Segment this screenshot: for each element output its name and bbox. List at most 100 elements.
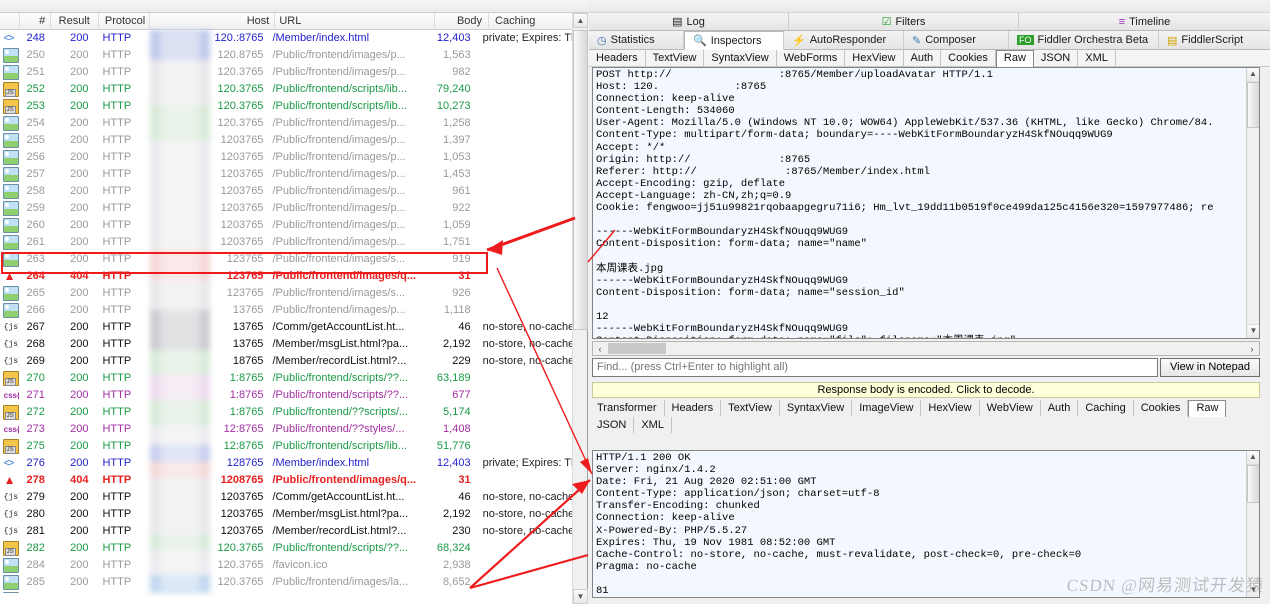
response-tab-caching[interactable]: Caching	[1078, 400, 1133, 416]
table-row[interactable]: 261200HTTP1203765/Public/frontend/images…	[0, 234, 573, 251]
request-tab-cookies[interactable]: Cookies	[941, 50, 996, 66]
request-tab-textview[interactable]: TextView	[646, 50, 705, 66]
table-row[interactable]: css{273200HTTP12:8765/Public/frontend/??…	[0, 421, 573, 438]
table-row[interactable]: 254200HTTP120.3765/Public/frontend/image…	[0, 115, 573, 132]
request-tab-webforms[interactable]: WebForms	[777, 50, 846, 66]
response-scroll-thumb[interactable]	[1247, 465, 1260, 503]
request-tab-raw[interactable]: Raw	[996, 50, 1034, 67]
response-tab-auth[interactable]: Auth	[1041, 400, 1079, 416]
tab-autoresponder[interactable]: ⚡ AutoResponder	[784, 31, 904, 50]
tab-fiddlerscript[interactable]: ▤ FiddlerScript	[1159, 31, 1270, 50]
row-body: 51,776	[423, 438, 476, 455]
view-in-notepad-button[interactable]: View in Notepad	[1160, 358, 1260, 377]
table-row[interactable]: 256200HTTP1203765/Public/frontend/images…	[0, 149, 573, 166]
column-header-protocol[interactable]: Protocol	[99, 13, 150, 30]
table-row[interactable]: 282200HTTP120.3765/Public/frontend/scrip…	[0, 540, 573, 557]
tab-autoresponder-label: AutoResponder	[810, 34, 886, 46]
request-scroll-down-icon[interactable]: ▼	[1247, 324, 1260, 338]
table-row[interactable]: 259200HTTP1203765/Public/frontend/images…	[0, 200, 573, 217]
request-tab-hexview[interactable]: HexView	[845, 50, 903, 66]
response-tabs-row-2[interactable]: JSONXML	[590, 417, 1270, 434]
table-row[interactable]: 250200HTTP120.8765/Public/frontend/image…	[0, 47, 573, 64]
column-header-host[interactable]: Host	[150, 13, 276, 30]
row-host: 123765	[146, 285, 268, 302]
find-input[interactable]	[592, 358, 1158, 377]
response-tabs-row-1[interactable]: TransformerHeadersTextViewSyntaxViewImag…	[590, 400, 1270, 417]
column-header-url[interactable]: URL	[275, 13, 434, 30]
session-rows[interactable]: <>248200HTTP120.:8765/Member/index.html1…	[0, 30, 573, 593]
request-vertical-scrollbar[interactable]: ▲ ▼	[1246, 68, 1259, 338]
response-tab-xml[interactable]: XML	[634, 417, 672, 433]
response-tab-transformer[interactable]: Transformer	[590, 400, 665, 416]
table-row[interactable]: {js}279200HTTP1203765/Comm/getAccountLis…	[0, 489, 573, 506]
row-body: 677	[423, 387, 476, 404]
table-row[interactable]: 255200HTTP1203765/Public/frontend/images…	[0, 132, 573, 149]
request-hscroll-thumb[interactable]	[608, 343, 666, 354]
response-tab-webview[interactable]: WebView	[980, 400, 1041, 416]
tab-filters[interactable]: ☑ Filters	[789, 13, 1019, 31]
table-row[interactable]: 284200HTTP120.3765/favicon.ico2,938	[0, 557, 573, 574]
response-scroll-up-icon[interactable]: ▲	[1247, 451, 1259, 465]
table-row[interactable]: <>276200HTTP128765/Member/index.html12,4…	[0, 455, 573, 472]
response-tab-syntaxview[interactable]: SyntaxView	[780, 400, 852, 416]
table-row[interactable]: 266200HTTP13765/Public/frontend/images/p…	[0, 302, 573, 319]
tab-timeline[interactable]: ≡ Timeline	[1019, 13, 1270, 31]
response-vertical-scrollbar[interactable]: ▲ ▼	[1246, 451, 1259, 597]
response-tab-json[interactable]: JSON	[590, 417, 634, 433]
column-header-result[interactable]: Result	[51, 13, 99, 30]
column-header-number[interactable]: #	[20, 13, 51, 30]
scroll-up-icon[interactable]: ▲	[573, 13, 588, 28]
table-row[interactable]: {js}269200HTTP18765/Member/recordList.ht…	[0, 353, 573, 370]
response-tab-hexview[interactable]: HexView	[921, 400, 979, 416]
tab-statistics[interactable]: ◷ Statistics	[589, 31, 684, 50]
response-scroll-down-icon[interactable]: ▼	[1247, 583, 1260, 597]
table-row[interactable]: 251200HTTP120.3765/Public/frontend/image…	[0, 64, 573, 81]
table-row[interactable]: 252200HTTP120.3765/Public/frontend/scrip…	[0, 81, 573, 98]
response-tab-textview[interactable]: TextView	[721, 400, 780, 416]
response-tab-imageview[interactable]: ImageView	[852, 400, 921, 416]
request-horizontal-scrollbar[interactable]: ‹ ›	[592, 341, 1260, 356]
scroll-down-icon[interactable]: ▼	[573, 589, 588, 604]
table-row[interactable]: 275200HTTP12:8765/Public/frontend/script…	[0, 438, 573, 455]
table-row[interactable]: 287200HTTP1203765/Public/frontend/images…	[0, 591, 573, 593]
table-row[interactable]: {js}267200HTTP13765/Comm/getAccountList.…	[0, 319, 573, 336]
response-tab-headers[interactable]: Headers	[665, 400, 722, 416]
request-tab-auth[interactable]: Auth	[904, 50, 942, 66]
table-row[interactable]: 272200HTTP1:8765/Public/frontend/??scrip…	[0, 404, 573, 421]
table-row[interactable]: {js}268200HTTP13765/Member/msgList.html?…	[0, 336, 573, 353]
request-inspector-tabs[interactable]: HeadersTextViewSyntaxViewWebFormsHexView…	[589, 50, 1270, 67]
tab-inspectors[interactable]: 🔍 Inspectors	[684, 31, 784, 50]
table-row[interactable]: 260200HTTP1203765/Public/frontend/images…	[0, 217, 573, 234]
request-tab-headers[interactable]: Headers	[589, 50, 646, 66]
request-scroll-thumb[interactable]	[1247, 82, 1260, 128]
table-row[interactable]: 257200HTTP1203765/Public/frontend/images…	[0, 166, 573, 183]
table-row[interactable]: 265200HTTP123765/Public/frontend/images/…	[0, 285, 573, 302]
scrollbar-thumb[interactable]	[573, 30, 588, 330]
request-tab-json[interactable]: JSON	[1034, 50, 1078, 66]
tab-composer[interactable]: ✎ Composer	[904, 31, 1009, 50]
table-row[interactable]: 285200HTTP120.3765/Public/frontend/image…	[0, 574, 573, 591]
column-header-body[interactable]: Body	[435, 13, 490, 30]
request-scroll-up-icon[interactable]: ▲	[1247, 68, 1259, 82]
table-row[interactable]: ▲278404HTTP1208765/Public/frontend/image…	[0, 472, 573, 489]
tab-log[interactable]: ▤ Log	[589, 13, 789, 31]
response-tab-cookies[interactable]: Cookies	[1134, 400, 1189, 416]
request-tab-xml[interactable]: XML	[1078, 50, 1116, 66]
response-raw-view[interactable]: HTTP/1.1 200 OK Server: nginx/1.4.2 Date…	[592, 450, 1260, 598]
table-row[interactable]: {js}280200HTTP1203765/Member/msgList.htm…	[0, 506, 573, 523]
request-hscroll-left-icon[interactable]: ‹	[593, 344, 607, 354]
request-hscroll-right-icon[interactable]: ›	[1245, 344, 1259, 354]
session-list-scrollbar[interactable]: ▲ ▼	[572, 13, 587, 604]
table-row[interactable]: 258200HTTP1203765/Public/frontend/images…	[0, 183, 573, 200]
response-tab-raw[interactable]: Raw	[1188, 400, 1226, 417]
table-row[interactable]: css{271200HTTP1:8765/Public/frontend/scr…	[0, 387, 573, 404]
table-row[interactable]: 253200HTTP120.3765/Public/frontend/scrip…	[0, 98, 573, 115]
row-id: 272	[19, 404, 50, 421]
table-row[interactable]: 270200HTTP1:8765/Public/frontend/scripts…	[0, 370, 573, 387]
table-row[interactable]: {js}281200HTTP1203765/Member/recordList.…	[0, 523, 573, 540]
decode-notice-banner[interactable]: Response body is encoded. Click to decod…	[592, 382, 1260, 398]
table-row[interactable]: <>248200HTTP120.:8765/Member/index.html1…	[0, 30, 573, 47]
request-raw-view[interactable]: POST http:// :8765/Member/uploadAvatar H…	[592, 67, 1260, 339]
tab-fiddler-orchestra[interactable]: FO Fiddler Orchestra Beta	[1009, 31, 1159, 50]
request-tab-syntaxview[interactable]: SyntaxView	[704, 50, 776, 66]
